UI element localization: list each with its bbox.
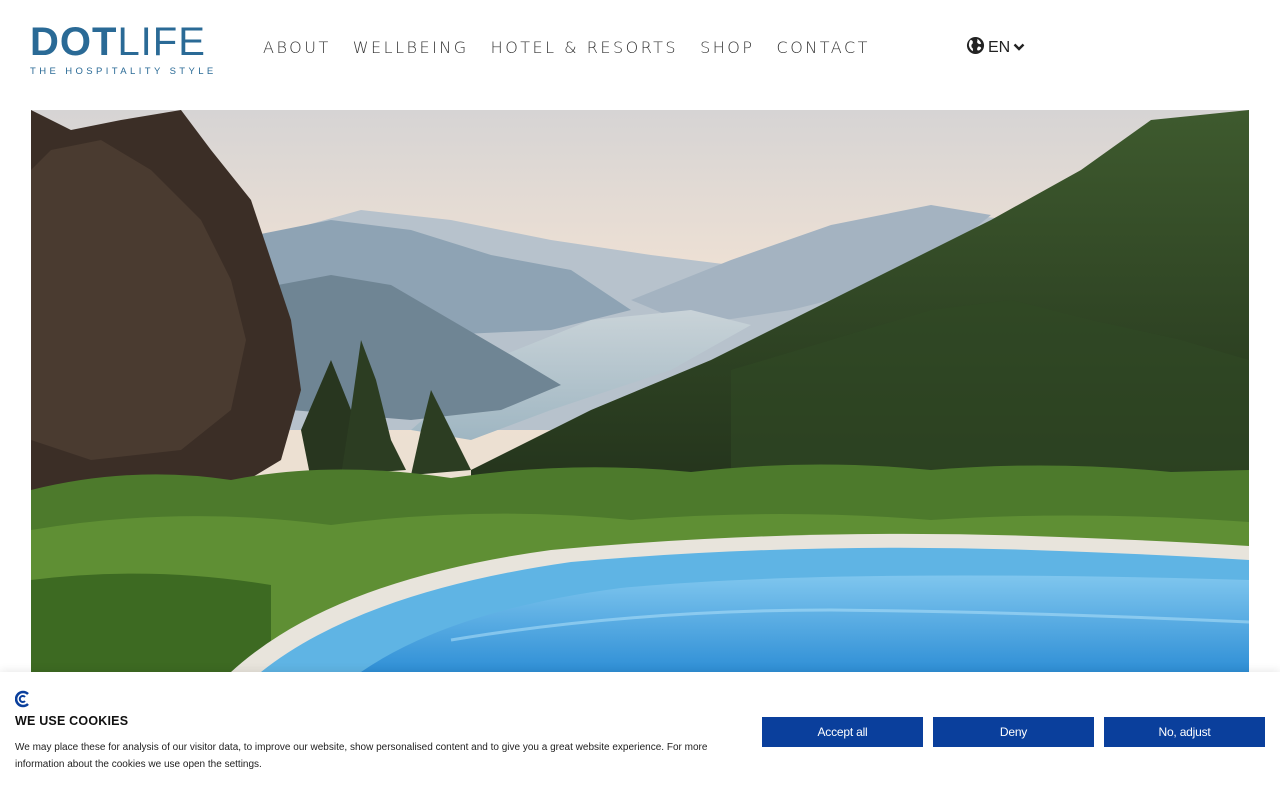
dotlife-logo[interactable]: DOTLIFE THE HOSPITALITY STYLE <box>30 20 217 77</box>
language-selector[interactable]: EN <box>966 36 1025 60</box>
nav-item-contact[interactable]: CONTACT <box>777 38 870 57</box>
nav-item-about[interactable]: ABOUT <box>263 38 331 57</box>
nav-item-wellbeing[interactable]: WELLBEING <box>353 38 469 57</box>
nav-item-hotel-resorts[interactable]: HOTEL & RESORTS <box>491 38 678 57</box>
adjust-button[interactable]: No, adjust <box>1104 717 1265 747</box>
main-nav: ABOUT WELLBEING HOTEL & RESORTS SHOP CON… <box>263 38 892 57</box>
logo-tagline: THE HOSPITALITY STYLE <box>30 66 217 77</box>
accept-all-button[interactable]: Accept all <box>762 717 923 747</box>
nav-item-shop[interactable]: SHOP <box>700 38 754 57</box>
logo-wordmark: DOTLIFE <box>30 20 206 64</box>
language-label: EN <box>988 39 1011 56</box>
cookie-title: WE USE COOKIES <box>15 714 129 728</box>
hero-image <box>31 110 1249 672</box>
cookie-banner: WE USE COOKIES We may place these for an… <box>0 672 1280 800</box>
deny-button[interactable]: Deny <box>933 717 1094 747</box>
cookie-description: We may place these for analysis of our v… <box>15 742 708 770</box>
cookie-consent-icon[interactable] <box>14 690 31 708</box>
globe-icon <box>966 36 985 60</box>
chevron-down-icon <box>1013 39 1025 57</box>
site-header: DOTLIFE THE HOSPITALITY STYLE ABOUT WELL… <box>0 0 1280 100</box>
